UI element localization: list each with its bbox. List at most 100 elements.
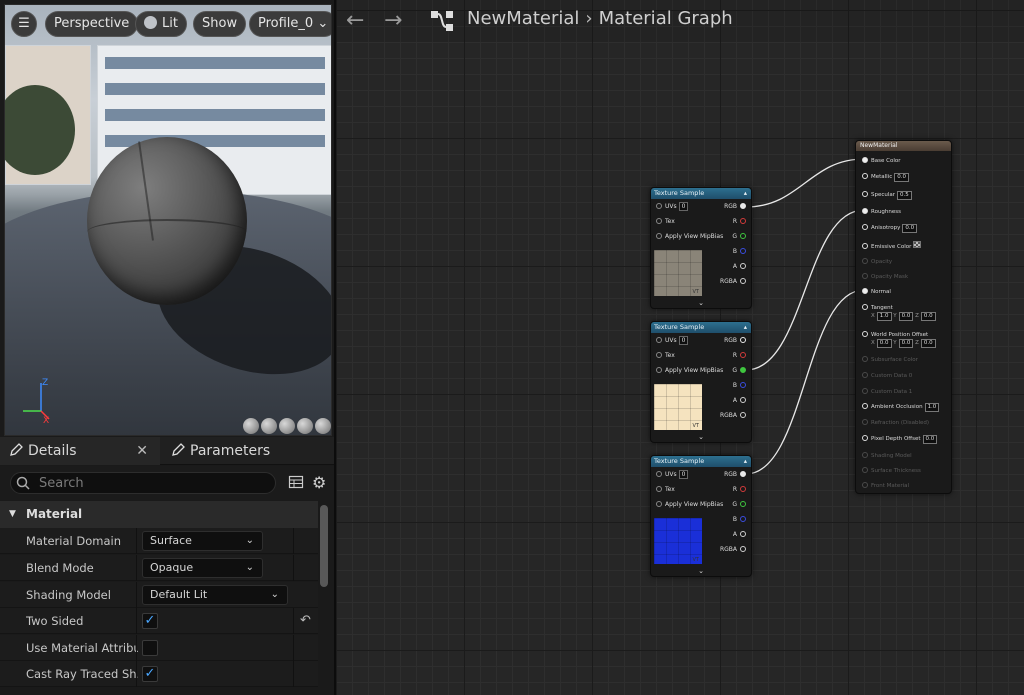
cube-preview-icon[interactable] bbox=[297, 418, 313, 434]
texture-sample-node[interactable]: Texture Sample ▴ UVs 0 RGB Tex R Apply View Mip… bbox=[650, 455, 752, 577]
input-pin[interactable]: UVs 0 bbox=[656, 467, 689, 482]
texture-sample-node[interactable]: Texture Sample ▴ UVs 0 RGB Tex R Apply View Mip… bbox=[650, 321, 752, 443]
collapse-icon[interactable]: ▴ bbox=[744, 188, 747, 199]
material-output-node[interactable]: NewMaterial Base Color Metallic 0.0 Specula… bbox=[855, 140, 952, 494]
perspective-button[interactable]: Perspective bbox=[45, 11, 139, 37]
input-pin[interactable]: Apply View MipBias bbox=[656, 363, 723, 378]
output-pin-g[interactable]: G bbox=[732, 229, 746, 244]
output-pin-a[interactable]: A bbox=[733, 527, 746, 542]
output-pin-r[interactable]: R bbox=[733, 214, 746, 229]
tab-details[interactable]: Details ✕ bbox=[0, 437, 160, 465]
output-input-pin[interactable]: Opacity Mask bbox=[862, 273, 908, 280]
output-input-pin[interactable]: Refraction (Disabled) bbox=[862, 419, 929, 426]
value-field[interactable]: 0.0 bbox=[902, 224, 918, 233]
output-input-pin[interactable]: Base Color bbox=[862, 157, 901, 164]
output-input-pin[interactable]: Surface Thickness bbox=[862, 467, 921, 474]
color-swatch[interactable] bbox=[913, 241, 922, 248]
output-pin-rgb[interactable]: RGB bbox=[724, 333, 746, 348]
output-input-pin[interactable]: Metallic 0.0 bbox=[862, 173, 910, 182]
back-arrow-icon[interactable]: ← bbox=[346, 8, 364, 33]
blend-mode-dropdown[interactable]: Opaque ⌄ bbox=[142, 558, 263, 578]
two-sided-checkbox[interactable]: ✓ bbox=[142, 613, 158, 629]
axis-value-field[interactable]: 0.0 bbox=[876, 339, 892, 348]
output-pin-rgba[interactable]: RGBA bbox=[720, 542, 746, 557]
close-icon[interactable]: ✕ bbox=[136, 437, 148, 465]
input-pin[interactable]: Tex bbox=[656, 214, 675, 229]
input-pin[interactable]: Apply View MipBias bbox=[656, 497, 723, 512]
profile-dropdown[interactable]: Profile_0 ⌄ bbox=[249, 11, 331, 37]
axis-value-field[interactable]: 0.0 bbox=[898, 312, 914, 321]
output-pin-rgb[interactable]: RGB bbox=[724, 199, 746, 214]
details-scrollbar[interactable] bbox=[320, 505, 328, 587]
output-input-pin[interactable]: Roughness bbox=[862, 208, 901, 215]
collapse-icon[interactable]: ▴ bbox=[744, 322, 747, 333]
output-pin-a[interactable]: A bbox=[733, 259, 746, 274]
output-pin-rgba[interactable]: RGBA bbox=[720, 408, 746, 423]
value-field[interactable]: 0.5 bbox=[897, 191, 912, 200]
input-pin[interactable]: Tex bbox=[656, 348, 675, 363]
show-button[interactable]: Show bbox=[193, 11, 247, 37]
search-input[interactable] bbox=[10, 472, 276, 494]
output-pin-g[interactable]: G bbox=[732, 497, 746, 512]
input-pin[interactable]: UVs 0 bbox=[656, 333, 689, 348]
lit-mode-button[interactable]: Lit bbox=[135, 11, 187, 37]
material-domain-dropdown[interactable]: Surface ⌄ bbox=[142, 531, 263, 551]
output-input-pin[interactable]: Pixel Depth Offset 0.0 bbox=[862, 435, 938, 444]
expand-icon[interactable]: ⌄ bbox=[651, 567, 751, 575]
reset-to-default-icon[interactable]: ↶ bbox=[300, 613, 311, 628]
sphere-preview-icon[interactable] bbox=[261, 418, 277, 434]
breadcrumb-asset[interactable]: NewMaterial bbox=[467, 8, 579, 29]
value-field[interactable]: 0.0 bbox=[922, 435, 938, 444]
axis-value-field[interactable]: 0.0 bbox=[920, 339, 936, 348]
uvs-value-field[interactable]: 0 bbox=[678, 336, 689, 345]
uvs-value-field[interactable]: 0 bbox=[678, 202, 689, 211]
output-input-pin[interactable]: Normal bbox=[862, 288, 891, 295]
output-input-pin[interactable]: Specular 0.5 bbox=[862, 191, 912, 200]
tab-parameters[interactable]: Parameters bbox=[166, 437, 270, 465]
output-input-pin[interactable]: Subsurface Color bbox=[862, 356, 918, 363]
cast-ray-traced-shadows-checkbox[interactable]: ✓ bbox=[142, 666, 158, 682]
output-input-pin[interactable]: Custom Data 1 bbox=[862, 388, 912, 395]
output-input-pin[interactable]: Shading Model bbox=[862, 452, 912, 459]
breadcrumb-graph[interactable]: Material Graph bbox=[599, 8, 733, 29]
output-pin-b[interactable]: B bbox=[733, 378, 746, 393]
output-pin-b[interactable]: B bbox=[733, 512, 746, 527]
output-input-pin[interactable]: Tangent X 1.0 Y 0.0 Z 0.0 bbox=[862, 304, 936, 321]
output-pin-a[interactable]: A bbox=[733, 393, 746, 408]
shading-model-dropdown[interactable]: Default Lit ⌄ bbox=[142, 585, 288, 605]
material-preview-viewport[interactable]: ☰ Perspective Lit Show Profile_0 ⌄ Z X bbox=[4, 4, 332, 436]
output-input-pin[interactable]: Anisotropy 0.0 bbox=[862, 224, 918, 233]
plane-preview-icon[interactable] bbox=[279, 418, 295, 434]
output-input-pin[interactable]: Ambient Occlusion 1.0 bbox=[862, 403, 940, 412]
output-pin-b[interactable]: B bbox=[733, 244, 746, 259]
viewport-menu-button[interactable]: ☰ bbox=[11, 11, 37, 37]
output-input-pin[interactable]: Custom Data 0 bbox=[862, 372, 912, 379]
expand-icon[interactable]: ⌄ bbox=[651, 433, 751, 441]
axis-value-field[interactable]: 0.0 bbox=[898, 339, 914, 348]
axis-value-field[interactable]: 0.0 bbox=[920, 312, 936, 321]
value-field[interactable]: 1.0 bbox=[924, 403, 940, 412]
input-pin[interactable]: Tex bbox=[656, 482, 675, 497]
texture-sample-node[interactable]: Texture Sample ▴ UVs 0 RGB Tex R Apply View Mip… bbox=[650, 187, 752, 309]
expand-icon[interactable]: ⌄ bbox=[651, 299, 751, 307]
output-input-pin[interactable]: Opacity bbox=[862, 258, 892, 265]
gear-icon[interactable]: ⚙ bbox=[312, 473, 326, 492]
output-input-pin[interactable]: Emissive Color bbox=[862, 241, 922, 250]
teapot-preview-icon[interactable] bbox=[315, 418, 331, 434]
input-pin[interactable]: UVs 0 bbox=[656, 199, 689, 214]
collapse-icon[interactable]: ▴ bbox=[744, 456, 747, 467]
output-pin-r[interactable]: R bbox=[733, 348, 746, 363]
use-material-attributes-checkbox[interactable] bbox=[142, 640, 158, 656]
table-view-icon[interactable] bbox=[288, 474, 304, 490]
output-pin-r[interactable]: R bbox=[733, 482, 746, 497]
forward-arrow-icon[interactable]: → bbox=[384, 8, 402, 33]
cylinder-preview-icon[interactable] bbox=[243, 418, 259, 434]
value-field[interactable]: 0.0 bbox=[894, 173, 910, 182]
output-pin-rgba[interactable]: RGBA bbox=[720, 274, 746, 289]
uvs-value-field[interactable]: 0 bbox=[678, 470, 689, 479]
output-pin-rgb[interactable]: RGB bbox=[724, 467, 746, 482]
output-input-pin[interactable]: World Position Offset X 0.0 Y 0.0 Z 0.0 bbox=[862, 331, 936, 348]
axis-value-field[interactable]: 1.0 bbox=[876, 312, 892, 321]
material-section-header[interactable]: ▼ Material bbox=[0, 501, 318, 528]
output-input-pin[interactable]: Front Material bbox=[862, 482, 909, 489]
